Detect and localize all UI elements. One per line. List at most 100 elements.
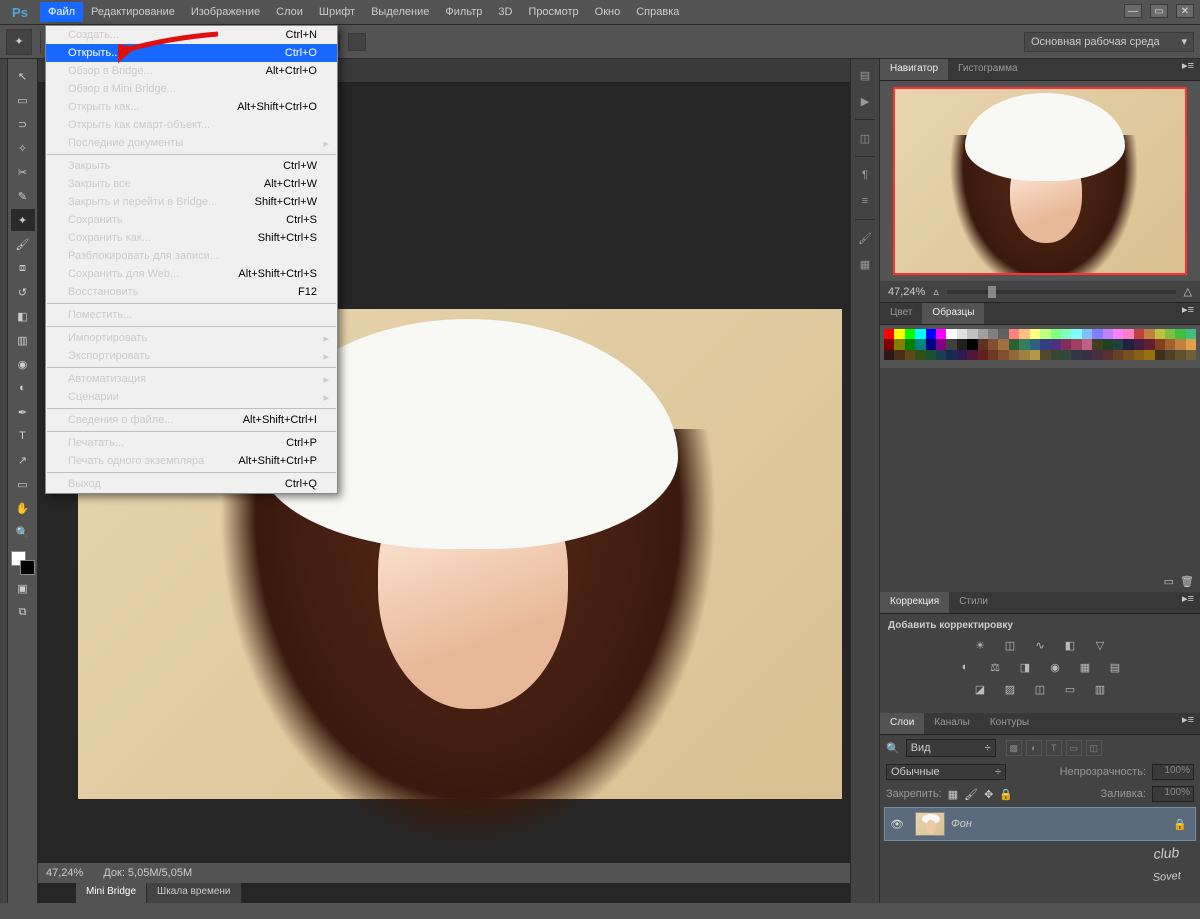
swatch[interactable] (1061, 339, 1071, 349)
filter-adjust-icon[interactable]: ◐ (1026, 740, 1042, 756)
exposure-icon[interactable]: ◧ (1061, 637, 1079, 653)
swatch[interactable] (967, 350, 977, 360)
new-swatch-icon[interactable]: ▭ (1164, 575, 1174, 588)
mixer-icon[interactable]: ▦ (1076, 659, 1094, 675)
menu-шрифт[interactable]: Шрифт (311, 2, 363, 22)
workspace-dropdown[interactable]: Основная рабочая среда▾ (1024, 32, 1194, 52)
swatch[interactable] (1175, 329, 1185, 339)
color-swatches[interactable] (11, 551, 35, 575)
lock-pos-icon[interactable]: ✥ (984, 788, 993, 801)
tab-navigator[interactable]: Навигатор (880, 59, 948, 80)
file-menu-item[interactable]: Закрыть и перейти в Bridge...Shift+Ctrl+… (46, 193, 337, 211)
swatch[interactable] (1113, 350, 1123, 360)
swatch[interactable] (998, 339, 1008, 349)
swatch[interactable] (1009, 350, 1019, 360)
swatch[interactable] (1165, 329, 1175, 339)
swatch[interactable] (1082, 339, 1092, 349)
swatch[interactable] (978, 339, 988, 349)
file-menu-item[interactable]: Сценарии▸ (46, 388, 337, 406)
file-menu-item[interactable]: Сведения о файле...Alt+Shift+Ctrl+I (46, 411, 337, 429)
swatch[interactable] (1009, 329, 1019, 339)
swatch[interactable] (1186, 339, 1196, 349)
filter-shape-icon[interactable]: ▭ (1066, 740, 1082, 756)
screenmode-tool[interactable]: ⧉ (11, 601, 35, 623)
swatch[interactable] (998, 329, 1008, 339)
file-menu-item[interactable]: Создать...Ctrl+N (46, 26, 337, 44)
swatch[interactable] (1103, 339, 1113, 349)
layer-row-background[interactable]: 👁 Фон 🔒 (884, 807, 1196, 841)
swatch[interactable] (1113, 329, 1123, 339)
swatch[interactable] (1123, 339, 1133, 349)
swatch[interactable] (1165, 339, 1175, 349)
swatch[interactable] (1040, 329, 1050, 339)
lock-trans-icon[interactable]: ▦ (948, 788, 958, 801)
swatch[interactable] (1071, 350, 1081, 360)
tab-swatches[interactable]: Образцы (922, 303, 984, 324)
file-menu-item[interactable]: Последние документы▸ (46, 134, 337, 152)
tool-preset-icon[interactable]: ✦ (6, 29, 32, 55)
file-menu-item[interactable]: Обзор в Bridge...Alt+Ctrl+O (46, 62, 337, 80)
layer-filter-kind[interactable]: Вид÷ (906, 739, 996, 757)
vibrance-icon[interactable]: ▽ (1091, 637, 1109, 653)
swatch[interactable] (978, 329, 988, 339)
history-brush-tool[interactable]: ↺ (11, 281, 35, 303)
tab-timeline[interactable]: Шкала времени (147, 883, 241, 903)
swatch[interactable] (946, 339, 956, 349)
panel-menu-icon[interactable]: ▸≡ (1182, 303, 1194, 316)
minimize-button[interactable]: ― (1124, 4, 1142, 18)
swatch[interactable] (1071, 329, 1081, 339)
file-menu-item[interactable]: Открыть как смарт-объект... (46, 116, 337, 134)
file-menu-item[interactable]: Импортировать▸ (46, 329, 337, 347)
pattern-picker[interactable] (348, 33, 366, 51)
wand-tool[interactable]: ✧ (11, 137, 35, 159)
swatch[interactable] (1061, 350, 1071, 360)
swatch[interactable] (1123, 329, 1133, 339)
swatch[interactable] (1155, 350, 1165, 360)
swatch[interactable] (1165, 350, 1175, 360)
eyedropper-tool[interactable]: ✎ (11, 185, 35, 207)
swatch[interactable] (1051, 329, 1061, 339)
lock-paint-icon[interactable]: 🖌 (964, 788, 978, 801)
swatch[interactable] (967, 329, 977, 339)
menu-справка[interactable]: Справка (628, 2, 687, 22)
blur-tool[interactable]: ◉ (11, 353, 35, 375)
swatch[interactable] (1155, 329, 1165, 339)
tab-styles[interactable]: Стили (949, 592, 998, 613)
swatch[interactable] (1051, 350, 1061, 360)
swatch[interactable] (1186, 329, 1196, 339)
bw-icon[interactable]: ◨ (1016, 659, 1034, 675)
swatch[interactable] (1113, 339, 1123, 349)
swatch[interactable] (1155, 339, 1165, 349)
swatch[interactable] (1134, 339, 1144, 349)
swatch[interactable] (988, 350, 998, 360)
swatch[interactable] (926, 350, 936, 360)
type-tool[interactable]: T (11, 425, 35, 447)
swatch[interactable] (1092, 350, 1102, 360)
tab-color[interactable]: Цвет (880, 303, 922, 324)
trash-icon[interactable]: 🗑 (1180, 575, 1194, 588)
search-icon[interactable]: 🔍 (886, 742, 900, 755)
file-menu-item[interactable]: ВыходCtrl+Q (46, 475, 337, 493)
swatch[interactable] (894, 350, 904, 360)
menu-выделение[interactable]: Выделение (363, 2, 437, 22)
swatch[interactable] (905, 329, 915, 339)
tab-paths[interactable]: Контуры (980, 713, 1039, 734)
swatch[interactable] (978, 350, 988, 360)
invert-icon[interactable]: ◪ (971, 681, 989, 697)
filter-type-icon[interactable]: T (1046, 740, 1062, 756)
swatch[interactable] (894, 339, 904, 349)
quickmask-tool[interactable]: ▣ (11, 577, 35, 599)
swatch[interactable] (957, 339, 967, 349)
file-menu-item[interactable]: Автоматизация▸ (46, 370, 337, 388)
lasso-tool[interactable]: ⊃ (11, 113, 35, 135)
lookup-icon[interactable]: ▤ (1106, 659, 1124, 675)
swatch[interactable] (915, 329, 925, 339)
swatch[interactable] (1082, 350, 1092, 360)
hand-tool[interactable]: ✋ (11, 497, 35, 519)
selective-icon[interactable]: ▥ (1091, 681, 1109, 697)
swatch[interactable] (1019, 350, 1029, 360)
zoom-out-icon[interactable]: ▵ (933, 285, 939, 298)
threshold-icon[interactable]: ◫ (1031, 681, 1049, 697)
tab-adjustments[interactable]: Коррекция (880, 592, 949, 613)
swatch[interactable] (1071, 339, 1081, 349)
